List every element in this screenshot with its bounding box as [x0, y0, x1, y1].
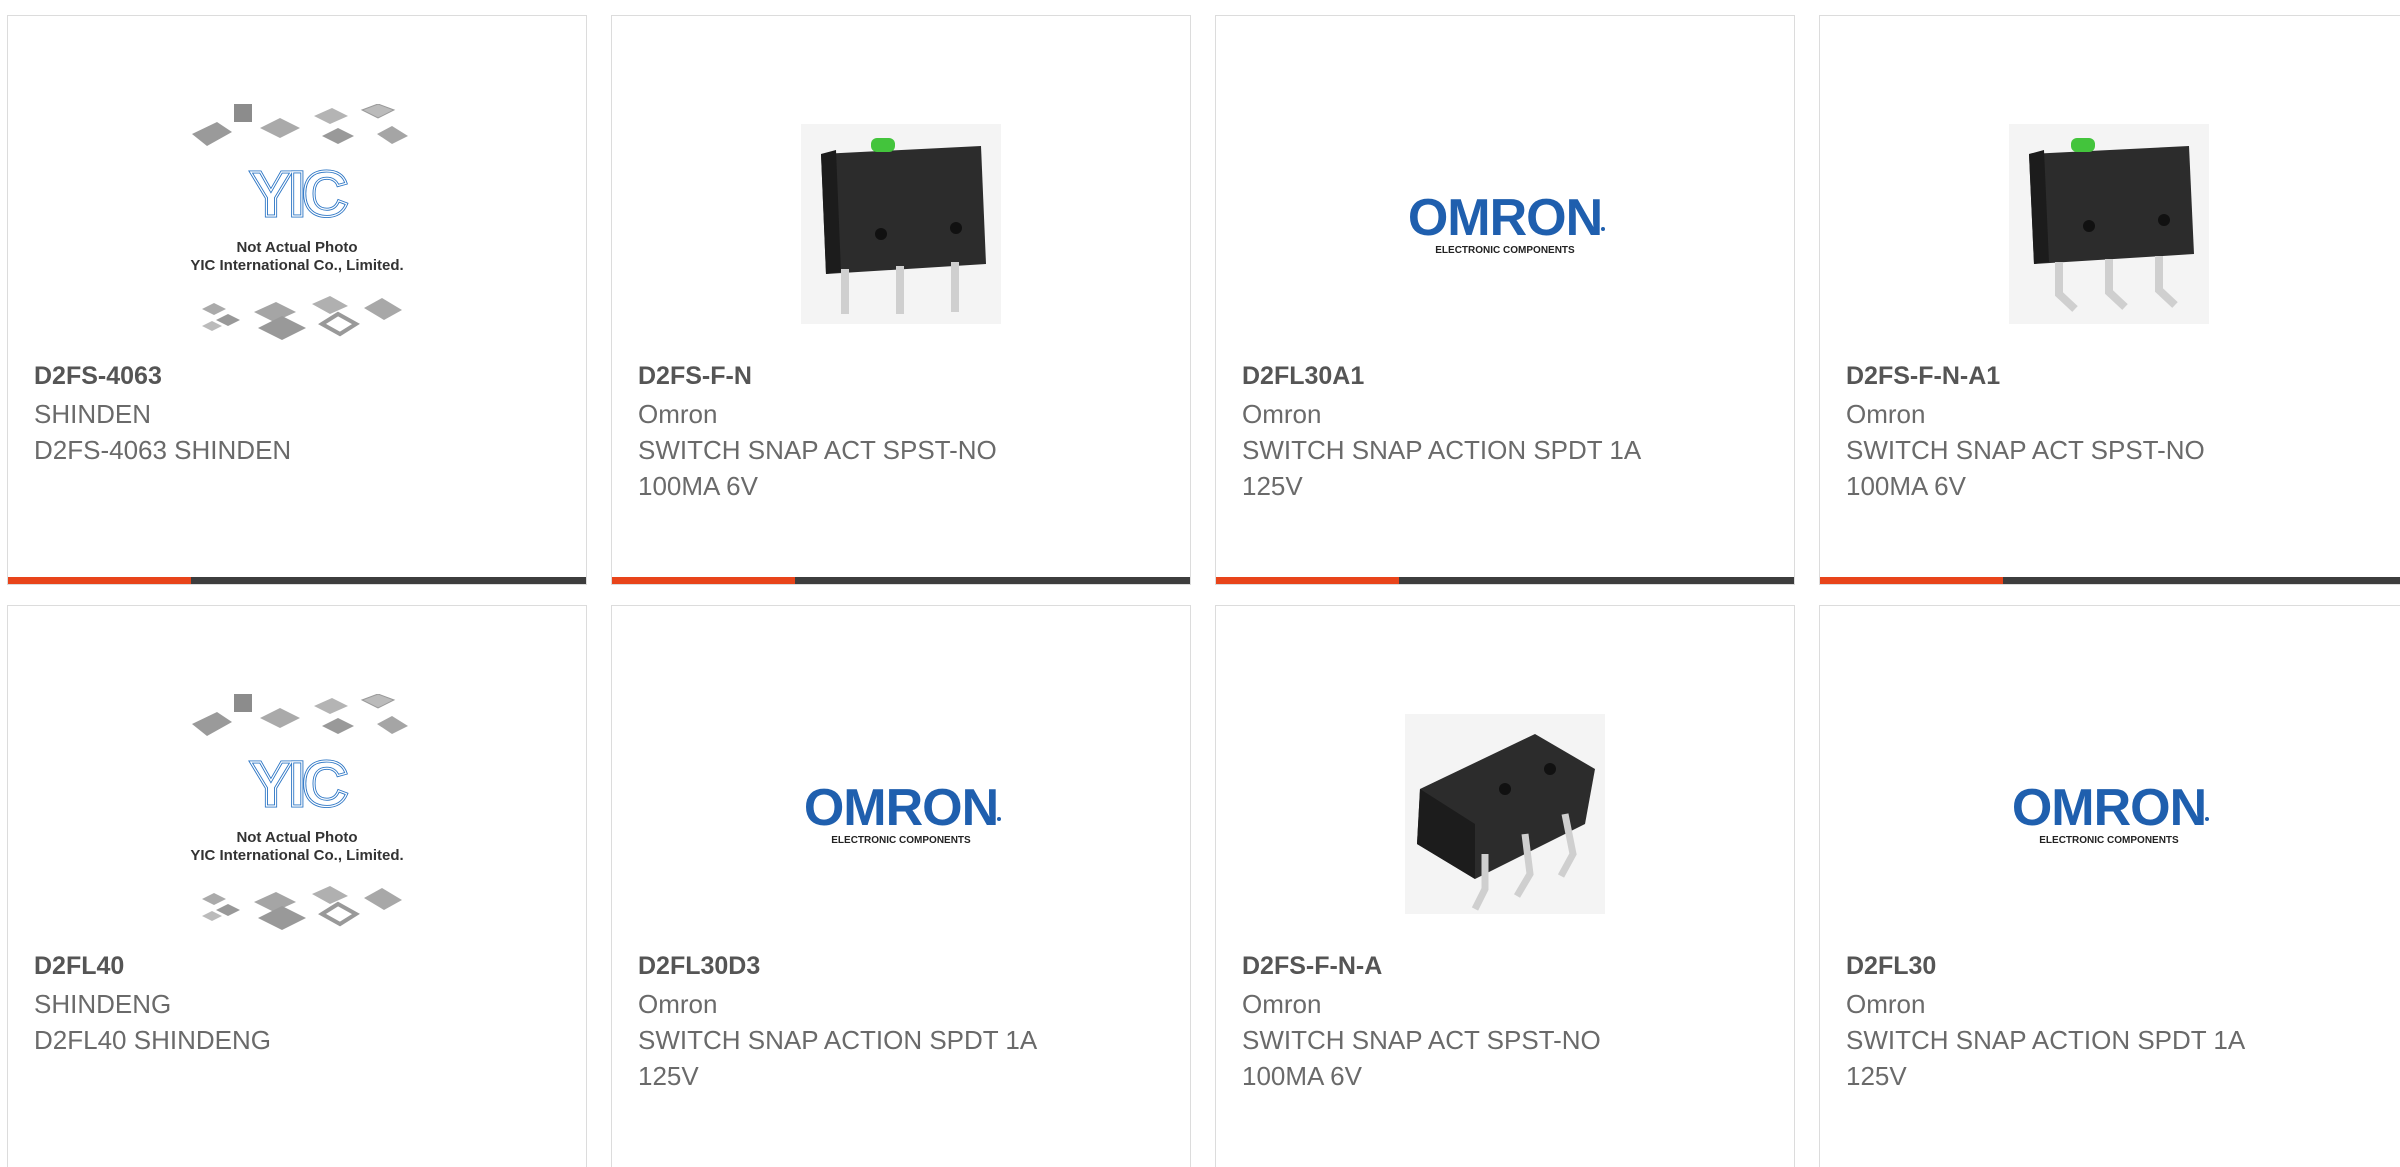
product-image[interactable]: [1216, 676, 1794, 951]
yic-placeholder-image: Not Actual Photo YIC International Co., …: [190, 103, 410, 342]
microswitch-photo: [1405, 714, 1605, 914]
part-number[interactable]: D2FS-F-N-A: [1242, 948, 1774, 984]
product-image[interactable]: [612, 86, 1190, 361]
product-image[interactable]: [1820, 86, 2398, 361]
manufacturer: Omron: [1242, 989, 1322, 1019]
svg-text:Not Actual Photo: Not Actual Photo: [236, 239, 357, 256]
description: D2FS-4063 SHINDEN: [34, 435, 292, 465]
description: SWITCH SNAP ACT SPST-NO 100MA 6V: [1846, 435, 2205, 501]
product-image[interactable]: Not Actual Photo YIC International Co., …: [8, 676, 586, 951]
card-bottom-bar: [1820, 577, 2400, 584]
part-number[interactable]: D2FL40: [34, 948, 566, 984]
manufacturer: SHINDENG: [34, 989, 172, 1019]
card-bottom-bar: [612, 577, 1190, 584]
part-number[interactable]: D2FS-4063: [34, 358, 566, 394]
product-image[interactable]: Not Actual Photo YIC International Co., …: [8, 86, 586, 361]
card-accent: [612, 577, 795, 584]
yic-placeholder-image: Not Actual Photo YIC International Co., …: [190, 693, 410, 932]
description: SWITCH SNAP ACT SPST-NO 100MA 6V: [1242, 1025, 1601, 1091]
product-card[interactable]: D2FS-F-N Omron SWITCH SNAP ACT SPST-NO 1…: [611, 15, 1191, 585]
product-card[interactable]: D2FS-F-N-A1 Omron SWITCH SNAP ACT SPST-N…: [1819, 15, 2400, 585]
product-image[interactable]: [612, 676, 1190, 951]
product-grid: Not Actual Photo YIC International Co., …: [0, 0, 2400, 1167]
card-bottom-bar: [1216, 577, 1794, 584]
manufacturer: SHINDEN: [34, 399, 152, 429]
svg-text:YIC International Co., Limited: YIC International Co., Limited.: [190, 257, 403, 274]
product-card[interactable]: D2FL30 Omron SWITCH SNAP ACTION SPDT 1A …: [1819, 605, 2400, 1167]
part-number[interactable]: D2FS-F-N-A1: [1846, 358, 2388, 394]
manufacturer: Omron: [1846, 989, 1926, 1019]
product-card[interactable]: Not Actual Photo YIC International Co., …: [7, 15, 587, 585]
description: SWITCH SNAP ACTION SPDT 1A 125V: [1846, 1025, 2244, 1091]
description: SWITCH SNAP ACTION SPDT 1A 125V: [1242, 435, 1640, 501]
product-card[interactable]: Not Actual Photo YIC International Co., …: [7, 605, 587, 1167]
part-number[interactable]: D2FL30A1: [1242, 358, 1774, 394]
product-card[interactable]: D2FS-F-N-A Omron SWITCH SNAP ACT SPST-NO…: [1215, 605, 1795, 1167]
omron-logo: [803, 778, 1001, 846]
part-number[interactable]: D2FL30D3: [638, 948, 1170, 984]
part-number[interactable]: D2FS-F-N: [638, 358, 1170, 394]
omron-logo: [1407, 188, 1605, 256]
microswitch-photo: [2009, 124, 2209, 324]
product-card[interactable]: D2FL30D3 Omron SWITCH SNAP ACTION SPDT 1…: [611, 605, 1191, 1167]
svg-text:YIC International Co., Limited: YIC International Co., Limited.: [190, 847, 403, 864]
manufacturer: Omron: [1846, 399, 1926, 429]
description: SWITCH SNAP ACT SPST-NO 100MA 6V: [638, 435, 997, 501]
part-number[interactable]: D2FL30: [1846, 948, 2388, 984]
product-image[interactable]: [1820, 676, 2398, 951]
svg-text:Not Actual Photo: Not Actual Photo: [236, 829, 357, 846]
product-image[interactable]: [1216, 86, 1794, 361]
description: D2FL40 SHINDENG: [34, 1025, 271, 1055]
microswitch-photo: [801, 123, 1001, 324]
card-accent: [1820, 577, 2003, 584]
card-bottom-bar: [8, 577, 586, 584]
omron-logo: [2011, 778, 2209, 846]
manufacturer: Omron: [638, 989, 718, 1019]
card-accent: [1216, 577, 1399, 584]
product-card[interactable]: D2FL30A1 Omron SWITCH SNAP ACTION SPDT 1…: [1215, 15, 1795, 585]
description: SWITCH SNAP ACTION SPDT 1A 125V: [638, 1025, 1036, 1091]
manufacturer: Omron: [638, 399, 718, 429]
card-accent: [8, 577, 191, 584]
manufacturer: Omron: [1242, 399, 1322, 429]
